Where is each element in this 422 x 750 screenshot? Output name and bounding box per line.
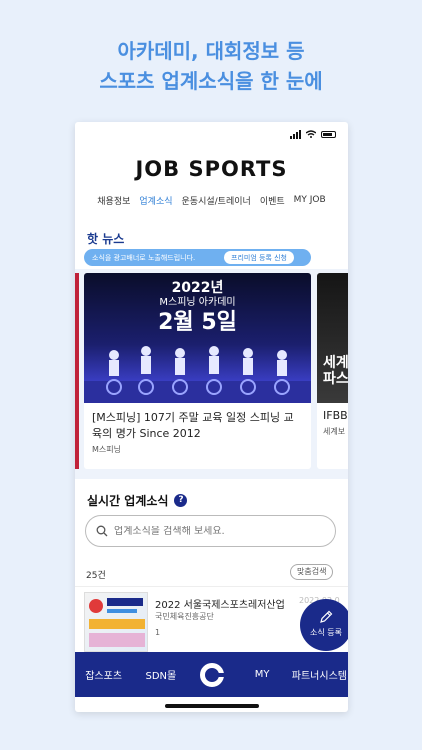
tab-jobs[interactable]: 채용정보 (97, 194, 130, 207)
signal-icon (290, 129, 301, 139)
bottom-nav-jobsports[interactable]: 잡스포츠 (75, 667, 132, 682)
tab-events[interactable]: 이벤트 (260, 194, 285, 207)
home-indicator (165, 704, 259, 708)
list-item-title: 2022 서울국제스포츠레저산업전 (155, 600, 285, 611)
prev-card-edge[interactable] (75, 273, 79, 469)
bottom-nav-my[interactable]: MY (234, 669, 291, 680)
news-card-image: 2022년 M스피닝 아카데미 2월 5일 (84, 273, 311, 403)
tab-my-job[interactable]: MY JOB (294, 195, 326, 205)
search-icon (96, 525, 108, 537)
app-logo: JOB SPORTS (135, 157, 288, 181)
search-bar[interactable] (85, 515, 336, 547)
bottom-nav-sdn-mall[interactable]: SDN몰 (132, 667, 189, 682)
list-item-org: 국민체육진흥공단 (155, 612, 214, 621)
pencil-icon (320, 610, 333, 623)
promo-line-1: 아카데미, 대회정보 등 (117, 39, 305, 63)
result-count: 25건 (86, 571, 106, 581)
premium-register-button[interactable]: 프리미엄 등록 신청 (223, 250, 295, 265)
list-item-views: 1 (155, 628, 161, 637)
register-news-label: 소식 등록 (310, 628, 342, 637)
bottom-nav-home[interactable] (190, 662, 234, 687)
divider (75, 586, 348, 587)
search-input[interactable] (114, 525, 314, 537)
news-card-next-title: IFBB (323, 409, 348, 422)
c-logo-icon (199, 662, 226, 687)
news-card-next-image: 세계 파스 (317, 273, 348, 403)
tab-industry-news[interactable]: 업계소식 (139, 194, 172, 207)
top-nav: 채용정보 업계소식 운동시설/트레이너 이벤트 MY JOB (75, 190, 348, 210)
hot-news-carousel[interactable]: 2022년 M스피닝 아카데미 2월 5일 [M스피닝] 107기 주말 교육 … (75, 269, 348, 479)
promo-heading: 아카데미, 대회정보 등 스포츠 업계소식을 한 눈에 (0, 36, 422, 96)
hot-news-title: 핫 뉴스 (87, 232, 125, 246)
battery-icon (321, 130, 336, 138)
wifi-icon (306, 130, 316, 138)
bottom-nav-partner-system[interactable]: 파트너시스템 (291, 667, 348, 682)
phone-screen: JOB SPORTS 채용정보 업계소식 운동시설/트레이너 이벤트 MY JO… (75, 122, 348, 712)
register-news-button[interactable]: 소식 등록 (300, 599, 348, 651)
status-bar (75, 122, 348, 146)
realtime-news-title: 실시간 업계소식 (87, 494, 169, 508)
ad-banner-text: 소식을 광고배너로 노출해드립니다. (92, 253, 196, 262)
realtime-news-header: 실시간 업계소식 ? (87, 492, 188, 509)
tab-facilities[interactable]: 운동시설/트레이너 (182, 194, 251, 207)
bottom-nav: 잡스포츠 SDN몰 MY 파트너시스템 (75, 652, 348, 697)
list-item-thumbnail (84, 592, 148, 652)
image-date-text: 2월 5일 (158, 310, 237, 335)
news-card-title: [M스피닝] 107기 주말 교육 일정 스피닝 교육의 명가 Since 20… (92, 411, 294, 440)
spinning-riders-illustration (84, 346, 311, 403)
promo-line-2: 스포츠 업계소식을 한 눈에 (99, 69, 323, 93)
news-card[interactable]: 2022년 M스피닝 아카데미 2월 5일 [M스피닝] 107기 주말 교육 … (84, 273, 311, 469)
news-card-next-tag: 세계보 (323, 427, 346, 436)
custom-search-button[interactable]: 맞춤검색 (290, 564, 334, 580)
question-icon[interactable]: ? (174, 494, 188, 507)
news-card-tag: M스피닝 (92, 445, 121, 454)
news-card-next[interactable]: 세계 파스 IFBB 세계보 (317, 273, 348, 469)
